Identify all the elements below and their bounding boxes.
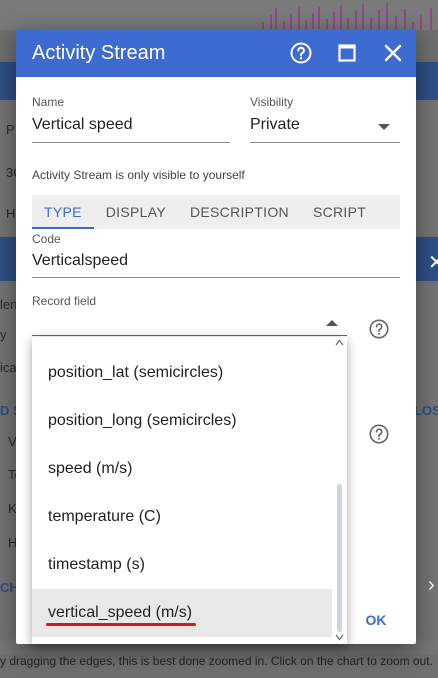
help-button[interactable] [278, 29, 324, 77]
visibility-label: Visibility [250, 95, 294, 109]
background-link: LOS [414, 403, 438, 418]
background-close-icon: ✕ [428, 252, 438, 274]
dropdown-option-speed[interactable]: speed (m/s) [32, 445, 332, 493]
background-chevron-icon: › [428, 574, 435, 596]
tab-script[interactable]: SCRIPT [301, 195, 378, 229]
visibility-select[interactable]: Private [250, 116, 400, 142]
close-icon [384, 44, 402, 62]
dialog-title: Activity Stream [32, 41, 166, 64]
scrollbar-thumb[interactable] [337, 484, 342, 632]
background-chart-spike [355, 11, 357, 30]
background-chart-spike [298, 7, 300, 30]
background-row-label: H [6, 206, 16, 221]
visibility-select-underline [250, 142, 400, 143]
background-chart-spike [430, 8, 432, 30]
help-circle-icon [290, 42, 312, 64]
tab-type[interactable]: TYPE [32, 195, 94, 229]
dropdown-option-position-lat[interactable]: position_lat (semicircles) [32, 349, 332, 397]
background-chart-spike [362, 4, 364, 30]
record-field-underline [32, 335, 347, 336]
name-input-underline [32, 142, 230, 143]
dropdown-scrollbar[interactable] [332, 337, 347, 644]
background-row-label: P [6, 122, 15, 137]
background-footer-hint: y dragging the edges, this is best done … [0, 654, 433, 668]
visibility-select-value: Private [250, 116, 300, 133]
background-chart-spike [290, 14, 292, 30]
background-chart-spike [318, 6, 320, 30]
red-underline-annotation [46, 623, 196, 626]
code-label: Code [32, 232, 61, 246]
record-field-label: Record field [32, 294, 97, 308]
scroll-down-arrow-icon[interactable] [335, 634, 344, 641]
background-chart-spike [386, 3, 388, 30]
dropdown-arrow-up-icon [326, 320, 338, 326]
record-field-select[interactable] [32, 311, 347, 335]
dropdown-arrow-icon [378, 124, 390, 130]
record-field-dropdown: position_lat (semicircles) position_long… [32, 337, 347, 644]
code-input[interactable]: Verticalspeed [32, 252, 400, 276]
dropdown-option-temperature[interactable]: temperature (C) [32, 493, 332, 541]
background-chart-spike [312, 13, 314, 30]
ok-button[interactable]: OK [352, 604, 400, 636]
scroll-up-arrow-icon[interactable] [335, 339, 344, 346]
dialog-titlebar: Activity Stream [16, 29, 416, 77]
background-chart-spike [275, 8, 277, 30]
dialog-tabs: TYPE DISPLAY DESCRIPTION SCRIPT [32, 195, 400, 229]
background-chart-spike [395, 16, 397, 30]
background-chart-spike [378, 10, 380, 30]
background-chart-spike [404, 9, 406, 30]
background-chart-spike [340, 5, 342, 30]
maximize-button[interactable] [324, 29, 370, 77]
background-chart-strip [0, 0, 438, 30]
maximize-icon [338, 44, 356, 62]
code-input-underline [32, 277, 400, 278]
close-button[interactable] [370, 29, 416, 77]
dropdown-option-timestamp[interactable]: timestamp (s) [32, 541, 332, 589]
second-field-help-icon[interactable] [368, 423, 390, 445]
background-chart-spike [420, 15, 422, 30]
background-row-label: y [0, 327, 7, 342]
tab-display[interactable]: DISPLAY [94, 195, 178, 229]
background-chart-spike [270, 15, 272, 30]
tab-description[interactable]: DESCRIPTION [178, 195, 301, 229]
background-chart-spike [333, 12, 335, 30]
record-field-help-icon[interactable] [368, 318, 390, 340]
background-row-label: ica [0, 360, 17, 375]
name-input[interactable]: Vertical speed [32, 116, 230, 142]
name-label: Name [32, 95, 65, 109]
visibility-note: Activity Stream is only visible to yours… [32, 168, 245, 182]
dropdown-option-position-long[interactable]: position_long (semicircles) [32, 397, 332, 445]
dropdown-option-vertical-speed[interactable]: vertical_speed (m/s) [32, 589, 332, 637]
